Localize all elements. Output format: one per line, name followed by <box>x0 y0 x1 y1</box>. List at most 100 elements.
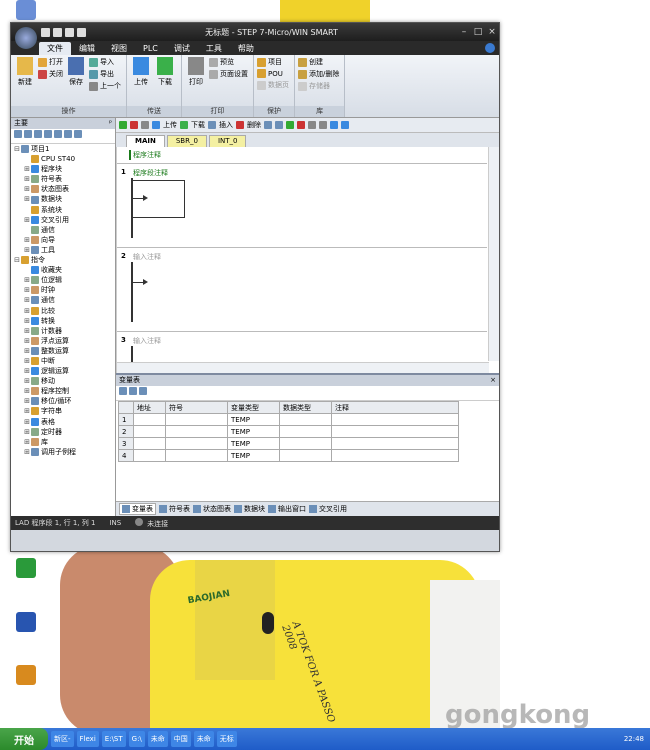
expand-icon[interactable]: ⊞ <box>23 295 31 305</box>
tree-node[interactable]: ⊞ 调用子例程 <box>11 447 115 457</box>
tree-node[interactable]: ⊞ 字符串 <box>11 406 115 416</box>
tree-node[interactable]: ⊞ 移动 <box>11 376 115 386</box>
tab-int0[interactable]: INT_0 <box>208 135 247 147</box>
close-icon[interactable]: × <box>485 27 499 37</box>
expand-icon[interactable]: ⊞ <box>23 285 31 295</box>
menu-help[interactable]: 帮助 <box>230 42 262 55</box>
maximize-icon[interactable]: □ <box>471 27 485 37</box>
tree-node[interactable]: ⊟ 指令 <box>11 255 115 265</box>
toolbar-icon[interactable] <box>275 121 283 129</box>
qa-save-icon[interactable] <box>65 27 74 37</box>
vertical-scrollbar[interactable] <box>488 147 499 361</box>
tab-variable-table[interactable]: 变量表 <box>119 503 156 515</box>
desktop-icon-3[interactable] <box>6 665 46 687</box>
editor-download-button[interactable]: 下载 <box>191 120 205 130</box>
tree-node[interactable]: ⊞ 定时器 <box>11 427 115 437</box>
tree-node[interactable]: ⊞ 库 <box>11 437 115 447</box>
upload-button[interactable]: 上传 <box>130 57 152 105</box>
menu-edit[interactable]: 编辑 <box>71 42 103 55</box>
tab-symbol-table[interactable]: 符号表 <box>159 504 190 514</box>
help-icon[interactable] <box>485 43 495 53</box>
expand-icon[interactable]: ⊞ <box>23 215 31 225</box>
taskbar-item[interactable]: 新区- <box>51 731 74 747</box>
network-comment[interactable]: 输入注释 <box>133 252 161 262</box>
protect-pou-button[interactable]: POU <box>257 69 289 78</box>
tree-node[interactable]: ⊞ 数据块 <box>11 194 115 204</box>
tree-node[interactable]: ⊞ 移位/循环 <box>11 396 115 406</box>
program-comment[interactable]: 程序注释 <box>129 150 161 160</box>
nav-tool-icon[interactable] <box>54 130 62 138</box>
expand-icon[interactable]: ⊟ <box>13 144 21 154</box>
tree-node[interactable]: ⊞ 中断 <box>11 356 115 366</box>
tree-node[interactable]: ⊟ 项目1 <box>11 144 115 154</box>
tree-node[interactable]: CPU ST40 <box>11 154 115 164</box>
desktop-icon-2[interactable] <box>6 612 46 634</box>
add-remove-library-button[interactable]: 添加/删除 <box>298 69 339 79</box>
toolbar-icon[interactable] <box>286 121 294 129</box>
tree-node[interactable]: ⊞ 向导 <box>11 235 115 245</box>
expand-icon[interactable]: ⊞ <box>23 386 31 396</box>
taskbar-item[interactable]: G:\ <box>128 731 145 747</box>
toolbar-icon[interactable] <box>319 121 327 129</box>
stop-icon[interactable] <box>130 121 138 129</box>
export-button[interactable]: 导出 <box>89 69 121 79</box>
toolbar-icon[interactable] <box>308 121 316 129</box>
qa-print-icon[interactable] <box>77 27 86 37</box>
open-button[interactable]: 打开 <box>38 57 63 67</box>
taskbar-item[interactable]: 无标 <box>216 731 237 747</box>
editor-insert-button[interactable]: 插入 <box>219 120 233 130</box>
nav-tool-icon[interactable] <box>64 130 72 138</box>
expand-icon[interactable]: ⊞ <box>23 346 31 356</box>
expand-icon[interactable]: ⊞ <box>23 427 31 437</box>
previous-button[interactable]: 上一个 <box>89 81 121 91</box>
nav-tool-icon[interactable] <box>24 130 32 138</box>
sort-icon[interactable] <box>139 387 147 395</box>
tree-node[interactable]: ⊞ 时钟 <box>11 285 115 295</box>
tree-node[interactable]: ⊞ 符号表 <box>11 174 115 184</box>
nav-tool-icon[interactable] <box>14 130 22 138</box>
menu-view[interactable]: 视图 <box>103 42 135 55</box>
expand-icon[interactable]: ⊞ <box>23 447 31 457</box>
expand-icon[interactable]: ⊞ <box>23 316 31 326</box>
network-2[interactable]: 2 输入注释 <box>117 247 487 328</box>
expand-icon[interactable]: ⊞ <box>23 396 31 406</box>
tree-node[interactable]: ⊞ 交叉引用 <box>11 215 115 225</box>
print-button[interactable]: 打印 <box>185 57 207 105</box>
expand-icon[interactable]: ⊞ <box>23 376 31 386</box>
table-row[interactable]: 3 TEMP <box>118 437 459 450</box>
nav-tool-icon[interactable] <box>74 130 82 138</box>
nav-tool-icon[interactable] <box>34 130 42 138</box>
tab-output-window[interactable]: 输出窗口 <box>268 504 306 514</box>
app-menu-orb-icon[interactable] <box>15 27 37 49</box>
ladder-area[interactable]: 程序注释 1 程序段注释 2 输入注释 3 输入注释 <box>116 147 499 373</box>
tab-main[interactable]: MAIN <box>126 135 165 147</box>
import-button[interactable]: 导入 <box>89 57 121 67</box>
taskbar-item[interactable]: 未命 <box>147 731 168 747</box>
horizontal-scrollbar[interactable] <box>117 362 489 373</box>
tree-node[interactable]: ⊞ 位逻辑 <box>11 275 115 285</box>
tree-node[interactable]: 通信 <box>11 225 115 235</box>
toolbar-icon[interactable] <box>264 121 272 129</box>
tree-node[interactable]: 收藏夹 <box>11 265 115 275</box>
protect-project-button[interactable]: 项目 <box>257 57 289 67</box>
delete-row-icon[interactable] <box>129 387 137 395</box>
insert-row-icon[interactable] <box>119 387 127 395</box>
toolbar-icon[interactable] <box>297 121 305 129</box>
qa-new-icon[interactable] <box>41 27 50 37</box>
expand-icon[interactable]: ⊞ <box>23 174 31 184</box>
expand-icon[interactable]: ⊞ <box>23 437 31 447</box>
taskbar-item[interactable]: E:\ST <box>101 731 126 747</box>
expand-icon[interactable]: ⊞ <box>23 306 31 316</box>
network-comment[interactable]: 输入注释 <box>133 336 161 346</box>
expand-icon[interactable]: ⊞ <box>23 356 31 366</box>
table-row[interactable]: 2 TEMP <box>118 425 459 438</box>
tree-node[interactable]: ⊞ 整数运算 <box>11 346 115 356</box>
expand-icon[interactable]: ⊞ <box>23 326 31 336</box>
compile-icon[interactable] <box>141 121 149 129</box>
qa-open-icon[interactable] <box>53 27 62 37</box>
menu-plc[interactable]: PLC <box>135 42 166 55</box>
tree-node[interactable]: ⊞ 程序块 <box>11 164 115 174</box>
tab-status-chart[interactable]: 状态图表 <box>193 504 231 514</box>
network-1[interactable]: 1 程序段注释 <box>117 163 487 244</box>
taskbar-item[interactable]: Flexi <box>76 731 99 747</box>
